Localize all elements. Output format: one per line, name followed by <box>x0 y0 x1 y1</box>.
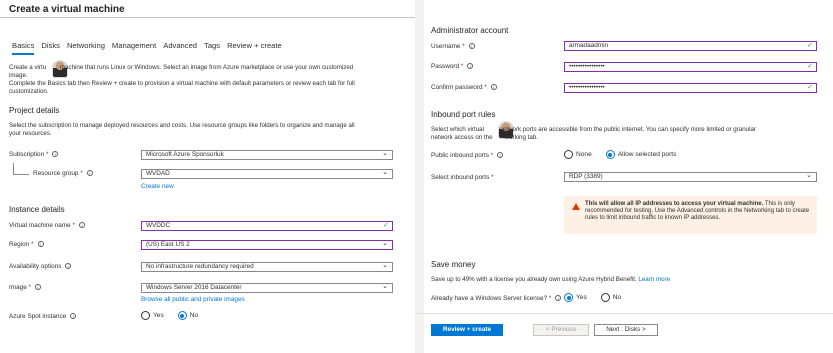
tab-management[interactable]: Management <box>112 41 156 55</box>
intro-line-1: Create a virtu machine that runs Linux o… <box>9 64 354 71</box>
image-select[interactable]: Windows Server 2016 Datacenter ⌄ <box>141 283 393 293</box>
radio-button[interactable] <box>600 293 610 302</box>
warning-icon <box>572 203 580 210</box>
radio-button-selected[interactable] <box>177 311 187 320</box>
chevron-down-icon: ⌄ <box>382 150 388 157</box>
footer-divider <box>415 313 833 314</box>
tab-strip: Basics Disks Networking Management Advan… <box>12 41 282 55</box>
radio-button[interactable] <box>564 150 573 159</box>
project-desc-1: Select the subscription to manage deploy… <box>9 122 355 129</box>
chevron-down-icon: ⌄ <box>382 283 388 290</box>
info-icon[interactable]: i <box>468 43 475 50</box>
info-icon[interactable]: i <box>35 284 42 291</box>
radio-button-selected[interactable] <box>564 293 573 302</box>
tab-review-create[interactable]: Review + create <box>227 41 282 55</box>
intro-line-2: image. <box>9 72 28 79</box>
info-icon[interactable]: i <box>52 151 59 158</box>
spot-instance-radio-group: Yes No <box>141 311 208 320</box>
public-inbound-ports-label: Public inbound ports * i <box>431 152 504 159</box>
spot-no-option[interactable]: No <box>177 311 198 320</box>
radio-button[interactable] <box>141 311 150 320</box>
region-select[interactable]: (US) East US 2 ⌄ <box>141 240 393 250</box>
inbound-ports-select[interactable]: RDP (3389) ⌄ <box>564 172 817 182</box>
vm-name-label: Virtual machine name * i <box>9 222 85 229</box>
admin-account-heading: Administrator account <box>431 26 509 35</box>
availability-select[interactable]: No infrastructure redundancy required ⌄ <box>141 262 393 272</box>
info-icon[interactable]: i <box>78 222 85 229</box>
tab-disks[interactable]: Disks <box>41 41 60 55</box>
ports-none-option[interactable]: None <box>564 150 592 159</box>
ports-desc-2: network access on the working tab. <box>431 134 538 141</box>
warning-text: This will allow all IP addresses to acce… <box>585 201 810 222</box>
tree-connector <box>13 163 29 175</box>
resource-group-label: Resource group * i <box>33 170 93 177</box>
create-new-link[interactable]: Create new <box>141 183 174 190</box>
browse-images-link[interactable]: Browse all public and private images <box>141 296 245 303</box>
subscription-label: Subscription * i <box>9 151 59 158</box>
chevron-down-icon: ⌄ <box>806 172 812 179</box>
ports-allow-option[interactable]: Allow selected ports <box>605 150 676 159</box>
info-icon[interactable]: i <box>86 170 93 177</box>
public-ports-radio-group: None Allow selected ports <box>564 150 686 159</box>
confirm-password-input[interactable]: •••••••••••••••• ✓ <box>564 83 817 93</box>
basics-panel: Create a virtual machine Basics Disks Ne… <box>0 0 415 353</box>
chevron-down-icon: ⌄ <box>382 262 388 269</box>
info-icon[interactable]: i <box>65 263 72 270</box>
tab-networking[interactable]: Networking <box>67 41 105 55</box>
learn-more-link[interactable]: Learn more <box>638 276 670 283</box>
info-icon[interactable]: i <box>70 313 77 320</box>
license-radio-group: Yes No <box>564 293 631 302</box>
subscription-select[interactable]: Microsoft Azure Sponsorluk ⌄ <box>141 150 393 160</box>
chevron-down-icon: ⌄ <box>382 169 388 176</box>
checkmark-icon: ✓ <box>807 63 813 70</box>
ports-desc-1: Select which virtual network ports are a… <box>431 126 756 133</box>
tab-basics[interactable]: Basics <box>12 41 35 55</box>
info-icon[interactable]: i <box>37 241 44 248</box>
license-label: Already have a Windows Server license? *… <box>431 295 562 302</box>
project-details-heading: Project details <box>9 106 60 115</box>
tab-tags[interactable]: Tags <box>204 41 220 55</box>
checkmark-icon: ✓ <box>807 42 813 49</box>
savings-desc: Save up to 49% with a license you alread… <box>431 276 671 283</box>
resource-group-select[interactable]: WVDAD ⌄ <box>141 169 393 179</box>
checkmark-icon: ✓ <box>383 222 389 229</box>
project-desc-2: your resources. <box>9 130 52 137</box>
username-input[interactable]: armadaadmin ✓ <box>564 41 817 51</box>
panel-divider <box>415 0 424 353</box>
vm-name-input[interactable]: WVDDC ✓ <box>141 221 393 231</box>
intro-line-3: Complete the Basics tab then Review + cr… <box>9 80 355 87</box>
inbound-port-rules-heading: Inbound port rules <box>431 110 496 119</box>
region-label: Region * i <box>9 241 44 248</box>
select-inbound-ports-label: Select inbound ports * <box>431 174 494 181</box>
title-divider <box>0 17 415 18</box>
license-no-option[interactable]: No <box>600 293 621 302</box>
license-yes-option[interactable]: Yes <box>564 293 587 302</box>
next-disks-button[interactable]: Next : Disks > <box>594 324 658 336</box>
tab-advanced[interactable]: Advanced <box>163 41 197 55</box>
previous-button[interactable]: < Previous <box>533 324 589 336</box>
spot-yes-option[interactable]: Yes <box>141 311 164 320</box>
info-icon[interactable]: i <box>467 63 474 70</box>
review-create-button[interactable]: Review + create <box>431 324 503 336</box>
spot-instance-label: Azure Spot instance i <box>9 313 77 320</box>
chevron-down-icon: ⌄ <box>382 240 388 247</box>
username-label: Username * i <box>431 43 475 50</box>
instance-details-heading: Instance details <box>9 205 65 214</box>
image-label: Image * i <box>9 284 42 291</box>
page-title: Create a virtual machine <box>9 4 125 15</box>
password-input[interactable]: •••••••••••••••• ✓ <box>564 62 817 72</box>
info-icon[interactable]: i <box>555 295 562 302</box>
radio-button-selected[interactable] <box>605 150 615 159</box>
intro-line-4: customization. <box>9 88 49 95</box>
warning-banner: This will allow all IP addresses to acce… <box>564 196 817 234</box>
confirm-password-label: Confirm password * i <box>431 84 497 91</box>
password-label: Password * i <box>431 63 474 70</box>
checkmark-icon: ✓ <box>807 84 813 91</box>
save-money-heading: Save money <box>431 260 476 269</box>
info-icon[interactable]: i <box>497 152 504 159</box>
info-icon[interactable]: i <box>490 84 497 91</box>
availability-label: Availability options i <box>9 263 72 270</box>
